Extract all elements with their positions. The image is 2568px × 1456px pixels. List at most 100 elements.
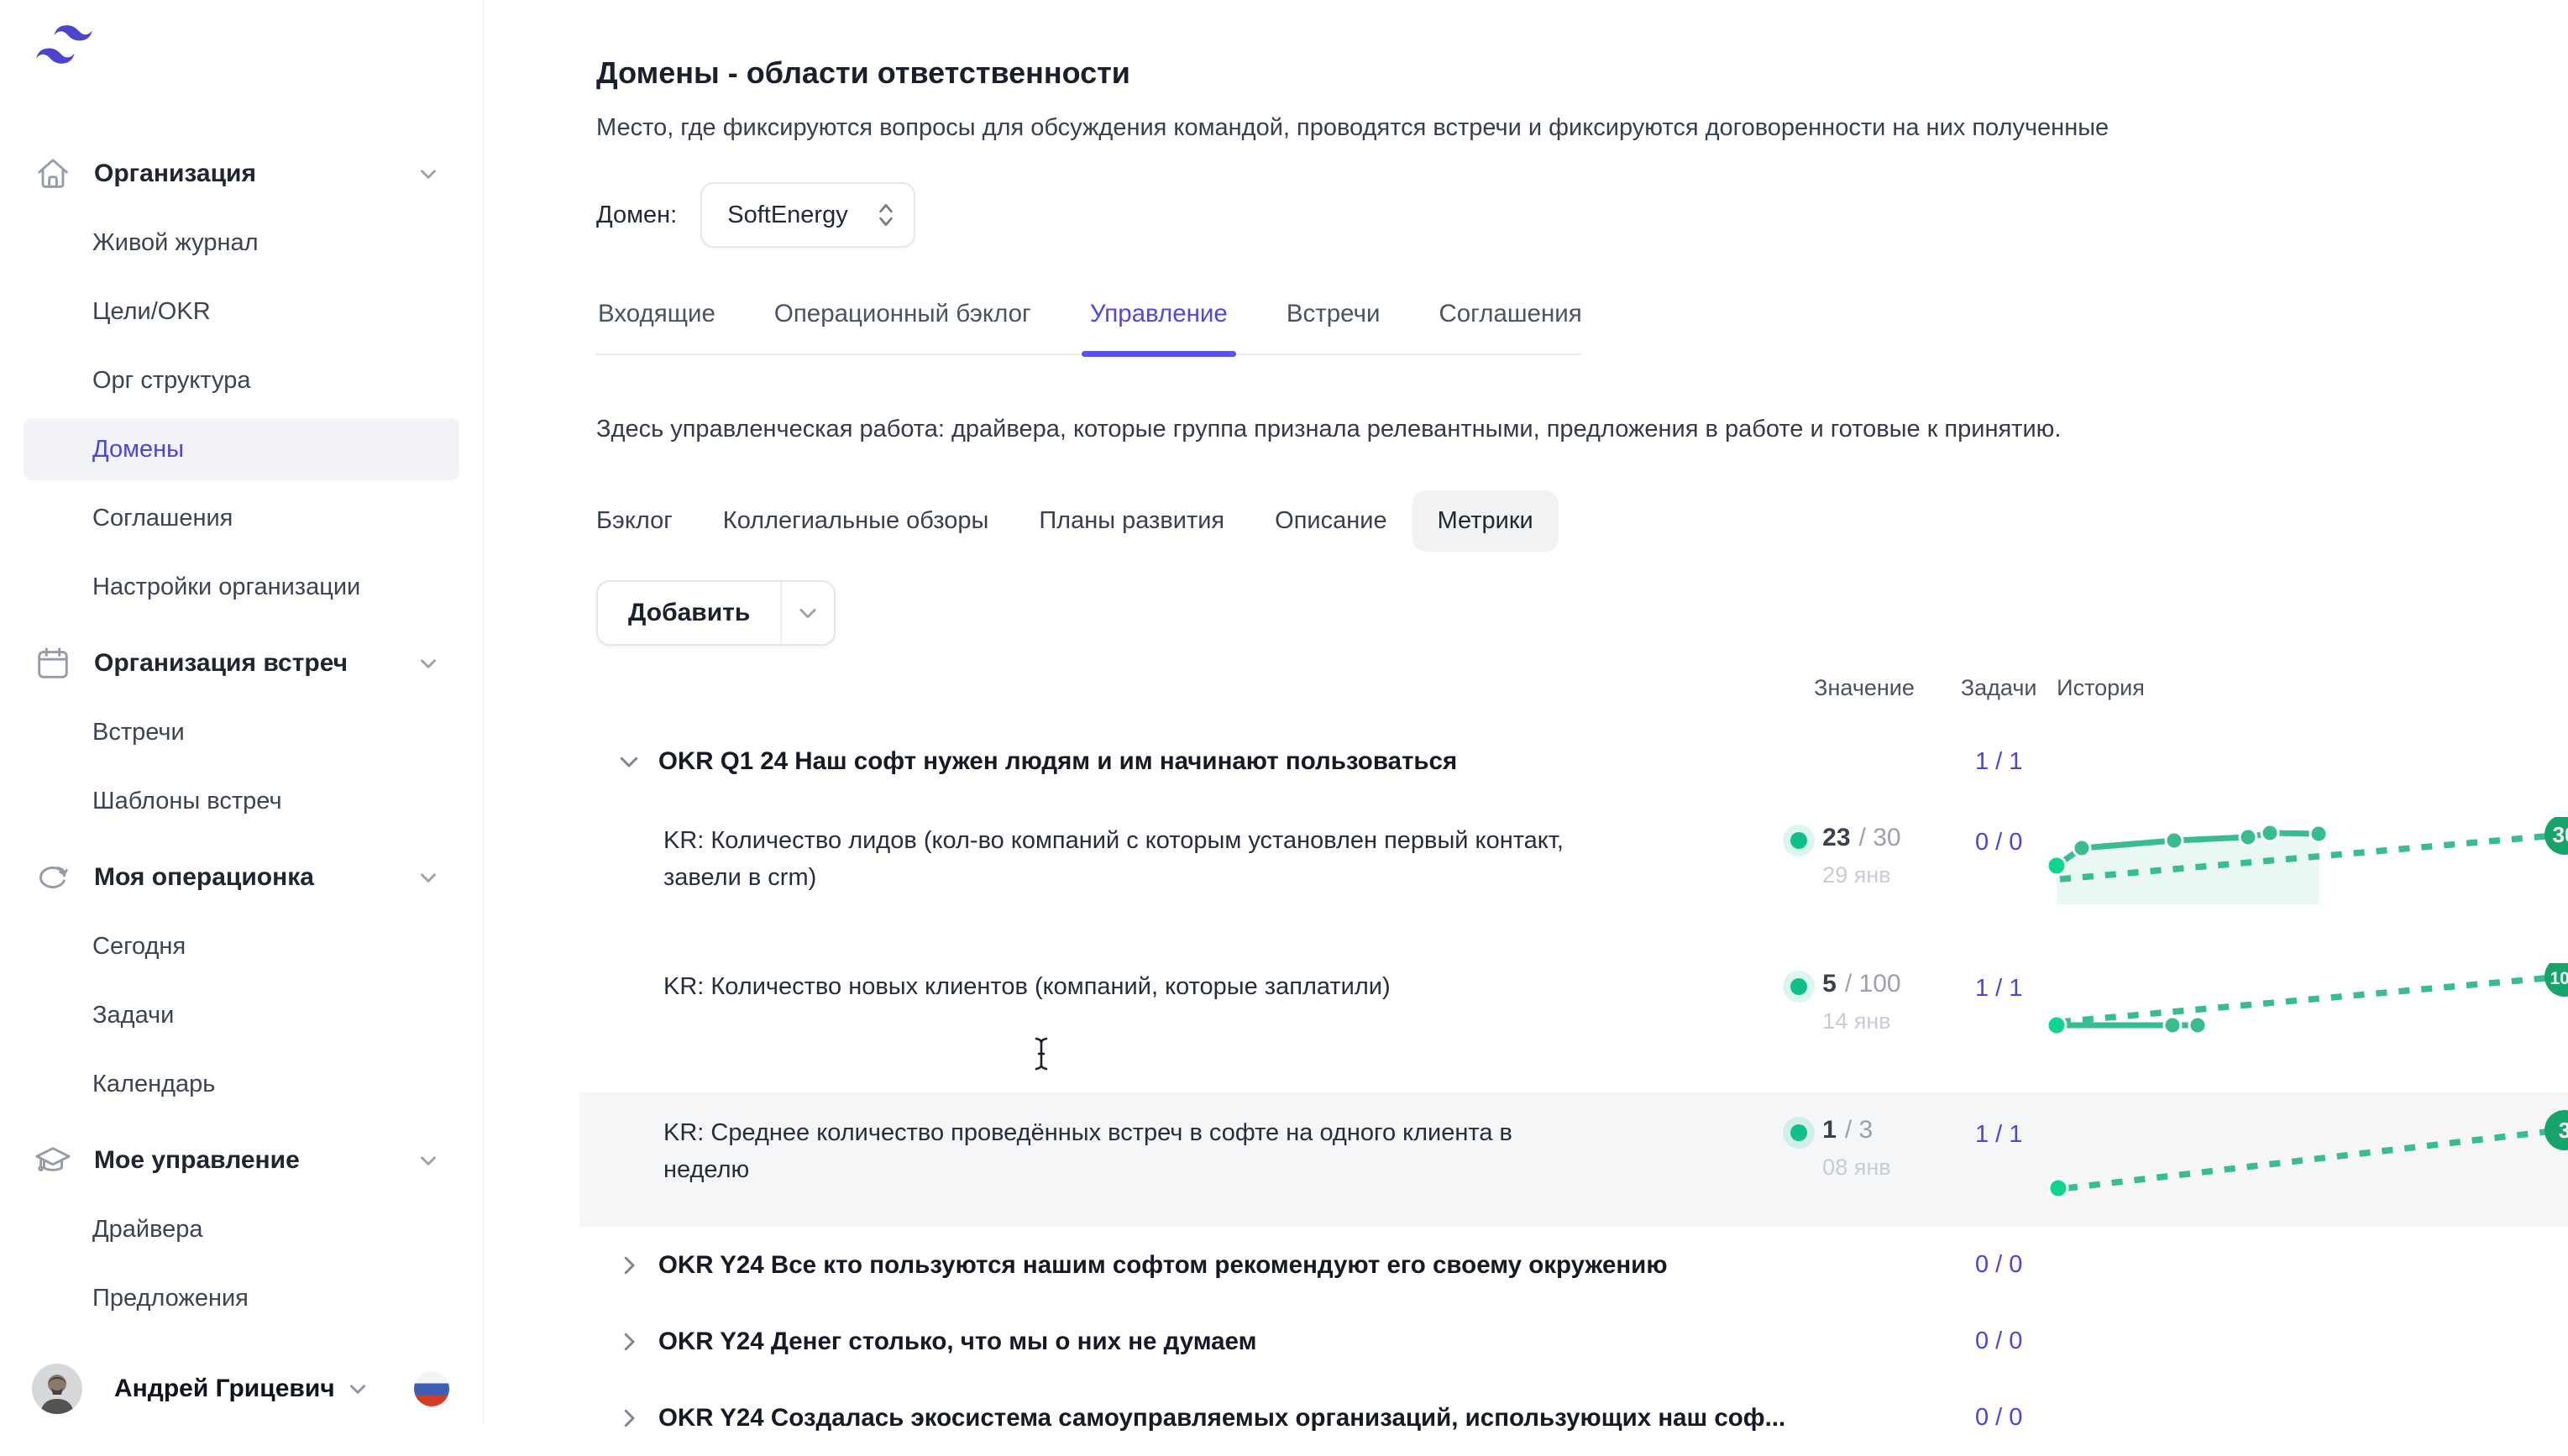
chevron-right-icon[interactable]	[616, 1329, 642, 1354]
sidebar-item-proposals[interactable]: Предложения	[0, 1264, 483, 1333]
sidebar-item-agreements[interactable]: Соглашения	[0, 484, 483, 553]
status-dot-icon	[1790, 978, 1807, 995]
okr-group-row[interactable]: OKR Y24 Все кто пользуются нашим софтом …	[596, 1227, 2568, 1303]
okr-tasks-count[interactable]: 0 / 0	[1949, 1404, 2048, 1432]
okr-title: OKR Q1 24 Наш софт нужен людям и им начи…	[658, 747, 1457, 776]
kr-value-cell[interactable]: 23/ 30 29 янв	[1785, 817, 1949, 888]
svg-text:3: 3	[2559, 1118, 2568, 1143]
subtab-bar: Бэклог Коллегиальные обзоры Планы развит…	[571, 490, 2568, 552]
chevron-down-icon[interactable]	[417, 652, 439, 674]
subtab-description[interactable]: Описание	[1250, 490, 1412, 552]
tab-management[interactable]: Управление	[1088, 300, 1229, 354]
status-dot-icon	[1790, 832, 1807, 849]
sync-icon	[34, 858, 72, 897]
kr-date: 14 янв	[1822, 1008, 1900, 1034]
subtab-backlog[interactable]: Бэклог	[571, 490, 698, 552]
status-dot-icon	[1790, 1124, 1807, 1141]
kr-value-cell[interactable]: 1/ 3 08 янв	[1785, 1109, 1949, 1181]
sidebar-item-live-journal[interactable]: Живой журнал	[0, 208, 483, 277]
graduation-cap-icon	[34, 1141, 72, 1180]
sidebar-item-calendar[interactable]: Календарь	[0, 1050, 483, 1118]
subtab-development-plans[interactable]: Планы развития	[1014, 490, 1250, 552]
chevron-down-icon[interactable]	[417, 1150, 439, 1171]
sidebar-section-my-management[interactable]: Мое управление	[0, 1126, 483, 1195]
tab-agreements[interactable]: Соглашения	[1437, 300, 1583, 354]
sidebar: Организация Живой журнал Цели/OKR Орг ст…	[0, 0, 484, 1424]
kr-value: 5	[1822, 970, 1837, 998]
kr-row[interactable]: KR: Количество новых клиентов (компаний,…	[596, 946, 2568, 1081]
page-title: Домены - области ответственности	[596, 55, 2568, 91]
add-split-button[interactable]: Добавить	[596, 580, 836, 646]
tab-bar: Входящие Операционный бэклог Управление …	[596, 300, 1580, 355]
chevron-down-icon[interactable]	[417, 867, 439, 888]
kr-value: 23	[1822, 824, 1850, 851]
tab-operational-backlog[interactable]: Операционный бэклог	[773, 300, 1033, 354]
kr-sparkline[interactable]: 3	[2048, 1109, 2568, 1210]
avatar[interactable]	[32, 1364, 82, 1414]
russia-flag-icon[interactable]	[414, 1371, 449, 1406]
domain-label: Домен:	[596, 202, 677, 229]
kr-title: KR: Количество лидов (кол-во компаний с …	[663, 822, 1583, 896]
subtab-metrics[interactable]: Метрики	[1412, 490, 1559, 552]
chevron-right-icon[interactable]	[616, 1253, 642, 1278]
kr-target: / 3	[1845, 1116, 1873, 1144]
okr-tasks-count[interactable]: 0 / 0	[1949, 1328, 2048, 1355]
select-stepper-icon	[875, 201, 897, 229]
home-icon	[34, 155, 72, 193]
domain-select[interactable]: SoftEnergy	[700, 182, 915, 248]
kr-sparkline[interactable]: 100	[2048, 963, 2568, 1064]
kr-title: KR: Среднее количество проведённых встре…	[663, 1114, 1583, 1188]
okr-title: OKR Y24 Создалась экосистема самоуправля…	[658, 1404, 1785, 1432]
chevron-down-icon[interactable]	[616, 749, 642, 774]
sidebar-item-tasks[interactable]: Задачи	[0, 981, 483, 1050]
table-header: Значение Задачи История	[596, 674, 2568, 701]
kr-tasks-count[interactable]: 1 / 1	[1949, 963, 2048, 1003]
sidebar-item-org-settings[interactable]: Настройки организации	[0, 553, 483, 621]
kr-row[interactable]: KR: Среднее количество проведённых встре…	[579, 1092, 2568, 1227]
sidebar-section-organization[interactable]: Организация	[0, 139, 483, 208]
column-header-history: История	[2048, 674, 2568, 701]
kr-value-cell[interactable]: 5 / 100 14 янв	[1785, 963, 1949, 1034]
sidebar-item-domains[interactable]: Домены	[0, 415, 483, 484]
calendar-icon	[34, 644, 72, 683]
chevron-right-icon[interactable]	[616, 1406, 642, 1431]
add-dropdown-button[interactable]	[780, 582, 834, 644]
subtab-collegial-reviews[interactable]: Коллегиальные обзоры	[698, 490, 1014, 552]
kr-target: / 100	[1845, 970, 1901, 998]
sidebar-item-okr[interactable]: Цели/OKR	[0, 277, 483, 346]
add-button[interactable]: Добавить	[598, 582, 780, 644]
svg-text:100: 100	[2550, 969, 2568, 988]
kr-tasks-count[interactable]: 0 / 0	[1949, 817, 2048, 856]
sidebar-nav: Организация Живой журнал Цели/OKR Орг ст…	[0, 139, 483, 1333]
kr-row[interactable]: KR: Количество лидов (кол-во компаний с …	[596, 800, 2568, 935]
chevron-down-icon[interactable]	[417, 163, 439, 185]
sidebar-item-meeting-templates[interactable]: Шаблоны встреч	[0, 767, 483, 835]
sidebar-section-my-operations[interactable]: Моя операционка	[0, 843, 483, 912]
okr-tasks-count[interactable]: 1 / 1	[1949, 748, 2048, 776]
okr-group-row[interactable]: OKR Y24 Создалась экосистема самоуправля…	[596, 1380, 2568, 1456]
sidebar-section-label: Мое управление	[94, 1146, 396, 1175]
okr-group-row[interactable]: OKR Q1 24 Наш софт нужен людям и им начи…	[596, 735, 2568, 788]
sidebar-section-label: Организация встреч	[94, 649, 396, 678]
sidebar-item-today[interactable]: Сегодня	[0, 912, 483, 981]
app-logo-icon[interactable]	[34, 25, 97, 78]
chevron-down-icon[interactable]	[347, 1378, 369, 1400]
sidebar-item-drivers[interactable]: Драйвера	[0, 1195, 483, 1264]
sidebar-section-meetings[interactable]: Организация встреч	[0, 629, 483, 698]
main-content: Домены - области ответственности Место, …	[484, 0, 2568, 1424]
kr-value: 1	[1822, 1116, 1837, 1144]
okr-title: OKR Y24 Денег столько, что мы о них не д…	[658, 1328, 1256, 1356]
tab-inbox[interactable]: Входящие	[596, 300, 717, 354]
okr-title: OKR Y24 Все кто пользуются нашим софтом …	[658, 1251, 1668, 1280]
okr-group-row[interactable]: OKR Y24 Денег столько, что мы о них не д…	[596, 1303, 2568, 1380]
column-header-tasks: Задачи	[1949, 674, 2048, 701]
tab-meetings[interactable]: Встречи	[1285, 300, 1382, 354]
kr-sparkline[interactable]: 30	[2048, 817, 2568, 918]
text-cursor-icon	[1031, 1036, 1051, 1071]
okr-tasks-count[interactable]: 0 / 0	[1949, 1251, 2048, 1279]
kr-tasks-count[interactable]: 1 / 1	[1949, 1109, 2048, 1149]
sidebar-section-label: Моя операционка	[94, 863, 396, 892]
user-menu[interactable]: Андрей Грицевич	[32, 1364, 449, 1414]
sidebar-item-org-structure[interactable]: Орг структура	[0, 346, 483, 415]
sidebar-item-meetings[interactable]: Встречи	[0, 698, 483, 767]
